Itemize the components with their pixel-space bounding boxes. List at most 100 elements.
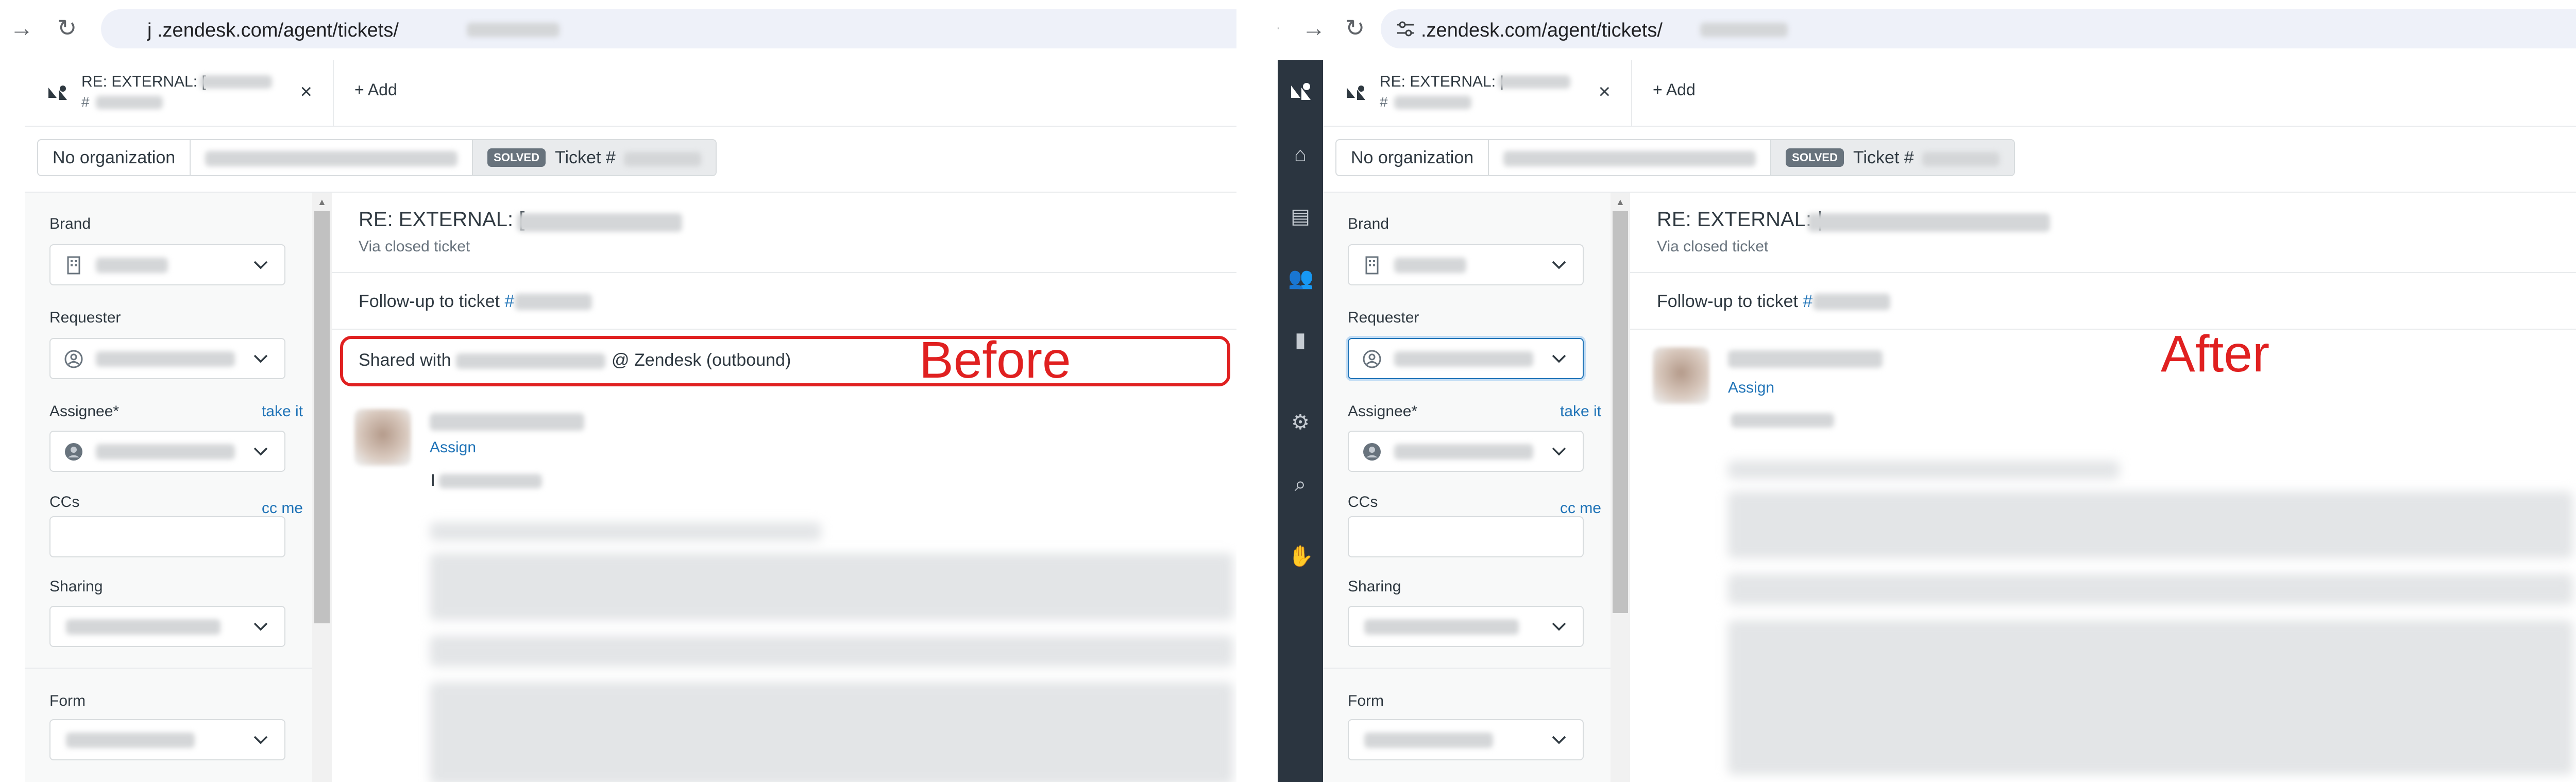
chevron-down-icon	[253, 354, 268, 363]
organization-chip[interactable]: No organization	[1336, 140, 1489, 175]
ticket-subject: RE: EXTERNAL: |	[1657, 208, 1823, 231]
search-icon[interactable]: ⌕	[1288, 472, 1313, 497]
redacted-message-text	[430, 682, 1233, 782]
reload-icon[interactable]: ↻	[1340, 12, 1370, 43]
tab-strip: RE: EXTERNAL: | # × + Add	[1323, 60, 2576, 127]
requester-chip[interactable]	[1489, 140, 1772, 175]
building-icon	[1365, 256, 1379, 275]
scroll-thumb[interactable]	[314, 211, 330, 623]
scroll-up-icon[interactable]: ▲	[317, 197, 327, 208]
address-bar[interactable]: .zendesk.com/agent/tickets/	[1381, 9, 2576, 48]
back-arrow-icon[interactable]: ·	[1278, 12, 1293, 43]
organization-chip[interactable]: No organization	[38, 140, 191, 175]
zendesk-logo-icon[interactable]	[1288, 80, 1313, 105]
redacted-message-text	[430, 636, 1233, 667]
assignee-avatar-icon	[65, 443, 82, 461]
cc-me-link[interactable]: cc me	[262, 500, 303, 517]
address-bar[interactable]: j .zendesk.com/agent/tickets/	[101, 9, 1236, 48]
sharing-select[interactable]	[49, 606, 285, 647]
ccs-input[interactable]	[49, 516, 285, 557]
requester-chip[interactable]	[191, 140, 473, 175]
scroll-up-icon[interactable]: ▲	[1616, 197, 1625, 208]
redacted-text	[200, 75, 272, 89]
conversation-scrollbar[interactable]: ▲	[1611, 193, 1630, 782]
divider	[1630, 272, 2576, 273]
before-label: Before	[919, 331, 1071, 389]
cc-me-link[interactable]: cc me	[1560, 500, 1601, 517]
add-tab-button[interactable]: + Add	[354, 80, 397, 99]
forward-arrow-icon[interactable]: →	[6, 12, 37, 43]
redacted-text	[515, 294, 592, 310]
ticket-chip[interactable]: SOLVED Ticket #	[1771, 140, 2014, 175]
scroll-thumb[interactable]	[1613, 211, 1628, 613]
ticket-chip[interactable]: SOLVED Ticket #	[473, 140, 716, 175]
requester-label: Requester	[1348, 309, 1419, 326]
take-it-link[interactable]: take it	[1560, 403, 1601, 420]
ticket-properties-sidebar: Brand Requester Assignee* take it CCs cc…	[25, 193, 329, 782]
form-select[interactable]	[1348, 719, 1584, 760]
brand-select[interactable]	[1348, 244, 1584, 285]
sharing-select[interactable]	[1348, 606, 1584, 647]
ticket-number-label: Ticket #	[1853, 148, 1914, 167]
close-icon[interactable]: ×	[1599, 80, 1611, 104]
url-text: j .zendesk.com/agent/tickets/	[147, 20, 399, 41]
requester-select[interactable]	[49, 338, 285, 379]
add-tab-button[interactable]: + Add	[1653, 80, 1696, 99]
ticket-tab[interactable]: RE: EXTERNAL: | # ×	[1323, 60, 1632, 126]
breadcrumb: No organization SOLVED Ticket #	[1335, 139, 2015, 176]
conversation-scrollbar[interactable]: ▲	[312, 193, 332, 782]
via-channel: Via closed ticket	[359, 238, 470, 255]
followup-ticket-link[interactable]: #	[504, 292, 514, 311]
assignee-select[interactable]	[49, 431, 285, 472]
chevron-down-icon	[1552, 261, 1566, 269]
panel-separator	[1236, 0, 1278, 782]
assign-link[interactable]: Assign	[1728, 379, 1774, 397]
ccs-label: CCs	[49, 494, 80, 511]
take-it-link[interactable]: take it	[262, 403, 303, 420]
divider	[332, 272, 1236, 273]
redacted-text	[1808, 213, 2050, 232]
highlight-box	[340, 336, 1230, 386]
assignee-select[interactable]	[1348, 431, 1584, 472]
close-icon[interactable]: ×	[300, 80, 312, 104]
brand-select[interactable]	[49, 244, 285, 285]
forward-arrow-icon[interactable]: →	[1298, 12, 1329, 43]
tab-title: RE: EXTERNAL: [	[81, 73, 206, 90]
reload-icon[interactable]: ↻	[52, 12, 82, 43]
ccs-input[interactable]	[1348, 516, 1584, 557]
admin-gear-icon[interactable]: ⚙	[1288, 410, 1313, 435]
requester-select[interactable]	[1348, 338, 1584, 379]
redacted-author-name	[1728, 350, 1883, 368]
views-icon[interactable]: ▤	[1288, 204, 1313, 229]
followup-line: Follow-up to ticket #	[1657, 292, 1813, 311]
browser-bar: → ↻ j .zendesk.com/agent/tickets/	[0, 0, 1236, 60]
user-circle-icon	[64, 350, 83, 368]
via-channel: Via closed ticket	[1657, 238, 1769, 255]
redacted-text	[1394, 96, 1471, 109]
assign-link[interactable]: Assign	[430, 439, 476, 456]
form-select[interactable]	[49, 719, 285, 760]
browser-bar: · → ↻ .zendesk.com/agent/tickets/	[1278, 0, 2576, 60]
redacted-message-text	[1728, 491, 2573, 558]
redacted-message-text	[430, 553, 1233, 620]
home-icon[interactable]: ⌂	[1288, 142, 1313, 167]
zendesk-logo-icon	[1347, 86, 1365, 100]
after-panel: · → ↻ .zendesk.com/agent/tickets/ ⌂ ▤ 👥 …	[1278, 0, 2576, 782]
ccs-label: CCs	[1348, 494, 1378, 511]
ticket-tab[interactable]: RE: EXTERNAL: [ # ×	[25, 60, 334, 126]
brand-label: Brand	[49, 215, 91, 232]
handshake-icon[interactable]: ✋	[1288, 544, 1314, 569]
followup-ticket-link[interactable]: #	[1803, 292, 1812, 311]
divider	[332, 329, 1236, 330]
customers-icon[interactable]: 👥	[1288, 266, 1314, 291]
divider	[1323, 668, 1626, 669]
site-settings-icon[interactable]	[1395, 20, 1416, 38]
redacted-message-text	[1728, 620, 2573, 775]
breadcrumb: No organization SOLVED Ticket #	[37, 139, 717, 176]
redacted-text	[96, 96, 163, 109]
url-text: .zendesk.com/agent/tickets/	[1421, 20, 1663, 41]
sharing-label: Sharing	[1348, 578, 1401, 595]
chevron-down-icon	[1552, 447, 1566, 456]
reporting-icon[interactable]: ▮	[1288, 328, 1313, 352]
chevron-down-icon	[1552, 354, 1566, 363]
